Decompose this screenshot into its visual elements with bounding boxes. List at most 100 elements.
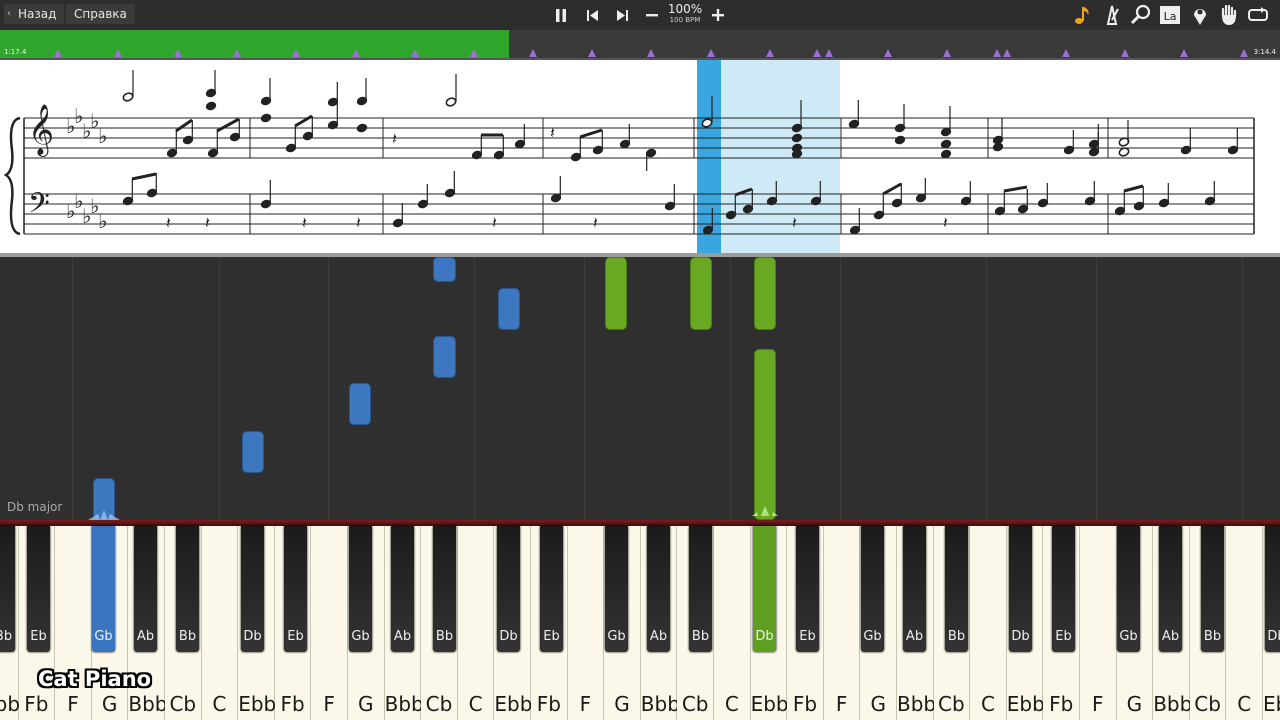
channel-watermark: Cat Piano <box>38 667 152 691</box>
bass-clef-icon: 𝄢 <box>28 187 50 227</box>
black-key[interactable]: Eb <box>284 526 307 652</box>
roll-gridline <box>840 257 841 520</box>
white-key-label: Bbb <box>640 692 680 716</box>
roll-gridline <box>72 257 73 520</box>
black-key[interactable]: Bb <box>689 526 712 652</box>
black-key-label: Bb <box>178 629 197 644</box>
timeline-marker <box>470 49 478 57</box>
next-icon[interactable] <box>609 2 635 28</box>
white-key[interactable]: F <box>567 526 605 720</box>
black-key[interactable]: Db <box>241 526 264 652</box>
black-key[interactable]: Db <box>1009 526 1032 652</box>
black-key[interactable]: Eb <box>27 526 50 652</box>
black-key-label: Eb <box>543 629 560 644</box>
black-key-label: Gb <box>94 629 113 644</box>
svg-text:𝄽: 𝄽 <box>392 129 397 148</box>
song-timeline[interactable]: 1:17.4 3:14.4 <box>0 30 1280 60</box>
music-note-icon[interactable] <box>1071 3 1095 27</box>
black-key[interactable]: Db <box>1265 526 1280 652</box>
white-key-label: Cb <box>169 692 197 716</box>
timeline-marker <box>647 49 655 57</box>
black-key[interactable]: Ab <box>391 526 414 652</box>
white-key[interactable]: C <box>457 526 495 720</box>
black-key[interactable]: Ab <box>134 526 157 652</box>
timeline-marker <box>1003 49 1011 57</box>
timeline-marker <box>292 49 300 57</box>
black-key[interactable]: Ab <box>903 526 926 652</box>
black-key-label: Db <box>1011 629 1030 644</box>
black-key-label: Ab <box>905 629 924 644</box>
white-key[interactable]: F <box>311 526 348 720</box>
white-key-label: G <box>101 692 118 716</box>
black-key-label: Eb <box>799 629 816 644</box>
black-key[interactable]: Bb <box>1201 526 1224 652</box>
white-key-label: Ebb <box>494 692 533 716</box>
black-key[interactable]: Ab <box>647 526 670 652</box>
loop-icon[interactable] <box>1246 3 1270 27</box>
timeline-marker <box>825 49 833 57</box>
white-key[interactable]: C <box>714 526 751 720</box>
white-key[interactable]: F <box>823 526 861 720</box>
white-key[interactable]: C <box>970 526 1007 720</box>
sheet-music[interactable]: 𝄞 𝄢 ♭ ♭ ♭ ♭ ♭ ♭ ♭ ♭ ♭ ♭ 𝄽 𝄽 𝄽 𝄽 𝄽 𝄽 𝄽 𝄽 𝄽 𝄽 <box>0 60 1280 253</box>
black-key[interactable]: Eb <box>796 526 819 652</box>
help-button[interactable]: Справка <box>66 4 135 24</box>
black-key[interactable]: Db <box>497 526 520 652</box>
black-key[interactable]: Ab <box>1159 526 1182 652</box>
piano-keyboard[interactable]: EbbFbFGBbbCbCEbbFbFGBbbCbCEbbFbFGBbbCbCE… <box>0 520 1280 720</box>
black-key[interactable]: Bb <box>945 526 968 652</box>
black-key[interactable]: Eb <box>540 526 563 652</box>
white-key-label: Ebb <box>1263 692 1280 716</box>
white-key-label: F <box>67 692 79 716</box>
timeline-marker <box>352 49 360 57</box>
white-key[interactable]: F <box>1080 526 1117 720</box>
note-labels-icon[interactable]: La <box>1158 3 1182 27</box>
black-key-label: Db <box>1267 629 1280 644</box>
timeline-marker <box>114 49 122 57</box>
white-key-label: Ebb <box>750 692 789 716</box>
white-key[interactable]: C <box>201 526 239 720</box>
timeline-marker <box>411 49 419 57</box>
hand-icon[interactable] <box>1217 3 1241 27</box>
white-key-label: G <box>1126 692 1143 716</box>
black-key[interactable]: Gb <box>1117 526 1140 652</box>
white-key-label: G <box>870 692 886 716</box>
black-key[interactable]: Gb <box>605 526 628 652</box>
minus-icon[interactable] <box>639 2 665 28</box>
back-arrow-icon: ‹ <box>7 8 11 19</box>
white-key-label: Ebb <box>1006 692 1045 716</box>
black-key-label: Gb <box>351 629 370 644</box>
black-key[interactable]: Gb <box>349 526 372 652</box>
black-key[interactable]: Eb <box>1052 526 1075 652</box>
timeline-marker <box>1180 49 1188 57</box>
timeline-marker <box>529 49 537 57</box>
black-key-label: Bb <box>947 629 966 644</box>
white-key-label: Fb <box>1049 692 1074 716</box>
white-key[interactable]: C <box>1226 526 1263 720</box>
svg-text:𝄽: 𝄽 <box>166 213 171 232</box>
black-key[interactable]: Gb <box>861 526 884 652</box>
previous-icon[interactable] <box>579 2 605 28</box>
timeline-marker <box>943 49 951 57</box>
black-key[interactable]: Bb <box>176 526 199 652</box>
falling-note-left-hand <box>349 383 371 425</box>
back-button[interactable]: ‹ Назад <box>4 4 65 24</box>
roll-gridline <box>584 257 585 520</box>
metronome-icon[interactable] <box>1100 3 1124 27</box>
key-signature-label: Db major <box>7 500 63 514</box>
location-pin-icon[interactable] <box>1188 3 1212 27</box>
svg-text:♭: ♭ <box>98 209 107 233</box>
falling-note-right-hand <box>690 257 712 330</box>
black-key[interactable]: Bb <box>433 526 456 652</box>
black-key[interactable]: Bb <box>0 526 15 652</box>
black-key[interactable]: Gb <box>92 526 115 652</box>
white-key-label: F <box>1092 692 1104 716</box>
plus-icon[interactable] <box>705 2 731 28</box>
svg-text:𝄽: 𝄽 <box>302 213 307 232</box>
magnifier-icon[interactable] <box>1129 3 1153 27</box>
pause-icon[interactable] <box>548 2 574 28</box>
roll-gridline <box>1242 257 1243 520</box>
black-key[interactable]: Db <box>753 526 776 652</box>
white-key-label: Bbb <box>128 692 168 716</box>
white-key-label: F <box>835 692 848 716</box>
